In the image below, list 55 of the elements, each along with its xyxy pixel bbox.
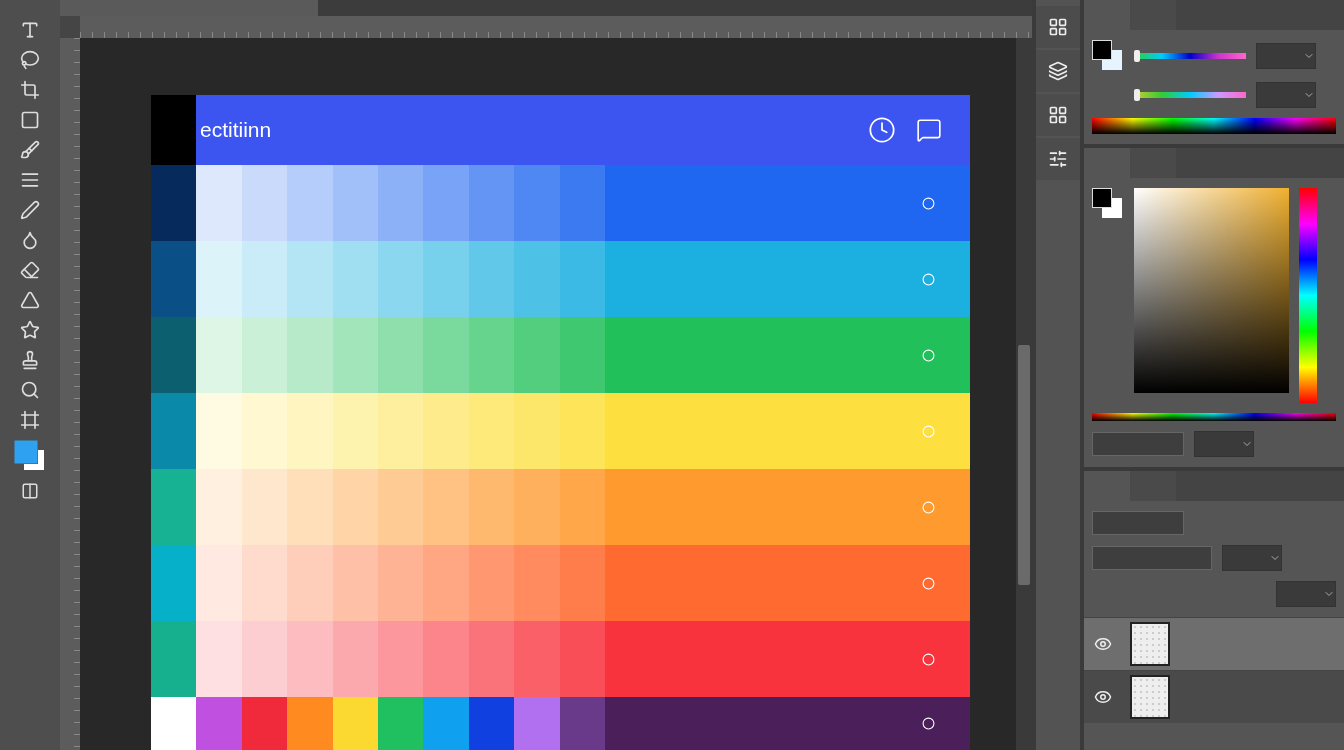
crop-icon[interactable] bbox=[20, 80, 40, 100]
layers-icon[interactable] bbox=[1048, 61, 1068, 81]
layer-row[interactable] bbox=[1084, 670, 1344, 723]
triangle-icon[interactable] bbox=[20, 290, 40, 310]
sliders-icon[interactable] bbox=[1048, 149, 1068, 169]
droplet-icon[interactable] bbox=[20, 230, 40, 250]
type-icon[interactable] bbox=[20, 20, 40, 40]
color-spectrum[interactable] bbox=[1092, 118, 1336, 134]
message-icon bbox=[916, 117, 942, 143]
quick-mask-icon[interactable] bbox=[21, 482, 39, 500]
circle-icon bbox=[922, 424, 935, 438]
artboard-title: ectitiinn bbox=[200, 118, 272, 142]
circle-icon bbox=[922, 196, 935, 210]
foreground-color-swatch[interactable] bbox=[14, 440, 38, 464]
background-color-chip[interactable] bbox=[1102, 198, 1122, 218]
color-spectrum[interactable] bbox=[1092, 413, 1336, 421]
grid-icon[interactable] bbox=[1048, 17, 1068, 37]
blend-mode-field[interactable] bbox=[1092, 546, 1212, 570]
foreground-color-chip[interactable] bbox=[1092, 40, 1112, 60]
eye-icon[interactable] bbox=[1094, 635, 1112, 653]
header-block bbox=[151, 95, 196, 165]
color-slider[interactable] bbox=[1134, 50, 1246, 62]
clock-icon bbox=[868, 116, 896, 144]
star-icon[interactable] bbox=[20, 320, 40, 340]
stamp-icon[interactable] bbox=[20, 350, 40, 370]
layer-row[interactable] bbox=[1084, 617, 1344, 670]
search-icon[interactable] bbox=[20, 380, 40, 400]
eraser-icon[interactable] bbox=[20, 260, 40, 280]
input-field[interactable] bbox=[1092, 432, 1184, 456]
layer-thumbnail bbox=[1130, 622, 1170, 666]
circle-icon bbox=[922, 272, 935, 286]
slider-thumb[interactable] bbox=[1134, 89, 1140, 101]
background-color-chip[interactable] bbox=[1102, 50, 1122, 70]
brush-icon[interactable] bbox=[20, 140, 40, 160]
circle-icon bbox=[922, 348, 935, 362]
color-slider[interactable] bbox=[1134, 89, 1246, 101]
background-color-swatch[interactable] bbox=[24, 450, 44, 470]
scrollbar-thumb[interactable] bbox=[1018, 345, 1030, 585]
hue-strip[interactable] bbox=[1299, 188, 1317, 403]
filter-field[interactable] bbox=[1092, 511, 1184, 535]
slider-thumb[interactable] bbox=[1134, 50, 1140, 62]
grid-icon[interactable] bbox=[1048, 105, 1068, 125]
lines-icon[interactable] bbox=[20, 170, 40, 190]
pen-icon[interactable] bbox=[20, 200, 40, 220]
frame-icon[interactable] bbox=[20, 410, 40, 430]
eye-icon[interactable] bbox=[1094, 688, 1112, 706]
rectangle-icon[interactable] bbox=[20, 110, 40, 130]
circle-icon bbox=[922, 500, 935, 514]
layer-thumbnail bbox=[1130, 675, 1170, 719]
color-field[interactable] bbox=[1134, 188, 1289, 393]
lasso-icon[interactable] bbox=[20, 50, 40, 70]
circle-icon bbox=[922, 717, 935, 730]
circle-icon bbox=[922, 576, 935, 590]
circle-icon bbox=[922, 652, 935, 666]
foreground-color-chip[interactable] bbox=[1092, 188, 1112, 208]
